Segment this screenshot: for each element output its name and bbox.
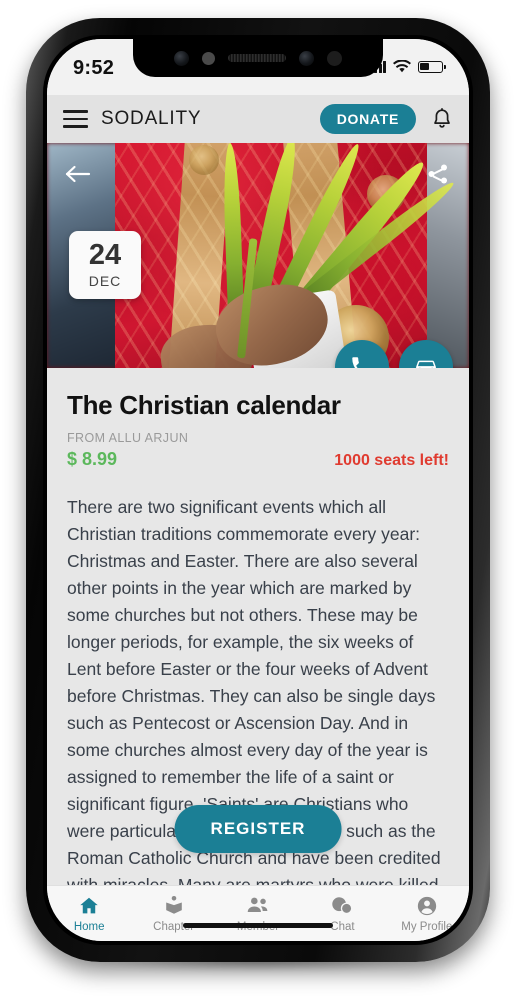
nav-label-home: Home bbox=[73, 920, 105, 933]
call-button[interactable] bbox=[335, 340, 389, 368]
app-header: SODALITY DONATE bbox=[47, 95, 469, 143]
screenshot-stage: 9:52 SODALITY DONATE 24 DEC The Christia… bbox=[0, 0, 516, 1000]
face-sensor-icon bbox=[299, 50, 314, 66]
event-date-month: DEC bbox=[88, 273, 122, 289]
event-hero-image: 24 DEC bbox=[47, 143, 469, 368]
home-icon bbox=[80, 897, 98, 913]
event-detail-content: The Christian calendar FROM ALLU ARJUN $… bbox=[47, 368, 469, 885]
nav-label-my-profile: My Profile bbox=[401, 920, 453, 933]
status-bar: 9:52 bbox=[47, 39, 469, 95]
event-date-day: 24 bbox=[88, 239, 122, 271]
home-indicator[interactable] bbox=[183, 923, 333, 928]
back-arrow-icon[interactable] bbox=[61, 157, 95, 191]
chat-bubbles-icon bbox=[332, 896, 353, 914]
device-notch bbox=[133, 39, 383, 77]
price-row: $ 8.99 1000 seats left! bbox=[67, 449, 449, 470]
donate-button[interactable]: DONATE bbox=[319, 104, 416, 134]
phone-bezel: 9:52 SODALITY DONATE 24 DEC The Christia… bbox=[43, 35, 473, 945]
earpiece-speaker bbox=[228, 54, 286, 62]
page-title: The Christian calendar bbox=[67, 390, 341, 420]
person-circle-icon bbox=[417, 896, 436, 915]
hero-action-buttons bbox=[335, 340, 453, 368]
event-price: $ 8.99 bbox=[67, 449, 118, 469]
battery-icon bbox=[418, 60, 446, 73]
nav-item-home[interactable]: Home bbox=[47, 895, 131, 933]
proximity-sensor-icon bbox=[202, 51, 215, 65]
share-icon[interactable] bbox=[421, 157, 455, 191]
directions-button[interactable] bbox=[399, 340, 453, 368]
status-clock: 9:52 bbox=[73, 57, 115, 79]
register-button[interactable]: REGISTER bbox=[174, 805, 342, 853]
ambient-sensor-icon bbox=[327, 50, 342, 66]
bottom-navigation: Home Chapter Member bbox=[47, 885, 469, 941]
phone-frame: 9:52 SODALITY DONATE 24 DEC The Christia… bbox=[26, 18, 490, 962]
people-icon bbox=[247, 897, 268, 912]
wifi-icon bbox=[393, 60, 411, 73]
hamburger-icon[interactable] bbox=[63, 110, 88, 128]
front-camera-icon bbox=[174, 50, 189, 66]
event-organizer: FROM ALLU ARJUN bbox=[67, 431, 189, 445]
nav-label-chat: Chat bbox=[330, 920, 355, 933]
seats-left-badge: 1000 seats left! bbox=[334, 452, 449, 469]
phone-screen: 9:52 SODALITY DONATE 24 DEC The Christia… bbox=[47, 39, 469, 941]
app-title: SODALITY bbox=[101, 108, 202, 129]
event-date-badge: 24 DEC bbox=[69, 231, 141, 299]
bell-icon[interactable] bbox=[429, 105, 455, 133]
nav-item-my-profile[interactable]: My Profile bbox=[385, 895, 469, 933]
book-icon bbox=[165, 895, 182, 914]
